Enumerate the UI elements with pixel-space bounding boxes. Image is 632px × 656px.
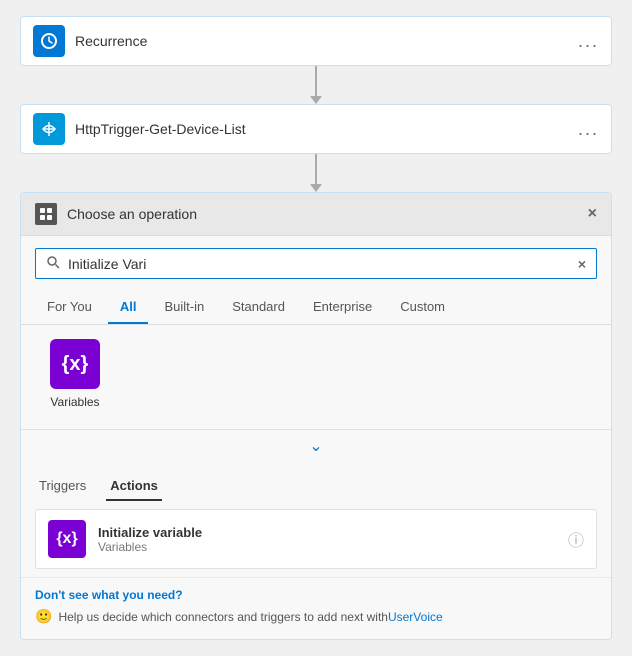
uservoice-link[interactable]: UserVoice xyxy=(388,610,443,624)
tab-bar: For You All Built-in Standard Enterprise… xyxy=(21,291,611,325)
variables-logo-text: {x} xyxy=(62,353,89,376)
op-header-icon xyxy=(35,203,57,225)
search-icon xyxy=(46,255,60,272)
operation-panel: Choose an operation × × For You All Buil… xyxy=(20,192,612,640)
arrow-head-1 xyxy=(310,96,322,104)
expand-section: ⌄ xyxy=(21,429,611,462)
tab-all[interactable]: All xyxy=(108,291,149,324)
arrow-2 xyxy=(310,154,322,192)
search-bar: × xyxy=(35,248,597,279)
help-prefix: Help us decide which connectors and trig… xyxy=(58,610,388,624)
recurrence-card: Recurrence ... xyxy=(20,16,612,66)
sub-tab-actions[interactable]: Actions xyxy=(106,472,162,501)
dont-see-text: Don't see what you need? xyxy=(35,588,597,602)
op-close-button[interactable]: × xyxy=(588,205,597,223)
action-logo-text: {x} xyxy=(56,530,77,548)
help-text: 🙂 Help us decide which connectors and tr… xyxy=(35,608,597,625)
tab-built-in[interactable]: Built-in xyxy=(152,291,216,324)
recurrence-icon xyxy=(33,25,65,57)
smiley-icon: 🙂 xyxy=(35,608,52,625)
sub-tab-triggers[interactable]: Triggers xyxy=(35,472,90,501)
sub-tab-bar: Triggers Actions xyxy=(21,462,611,501)
op-header-title: Choose an operation xyxy=(67,206,588,222)
http-icon xyxy=(33,113,65,145)
recurrence-menu[interactable]: ... xyxy=(578,31,599,52)
http-card: HttpTrigger-Get-Device-List ... xyxy=(20,104,612,154)
search-input[interactable] xyxy=(68,256,578,272)
search-clear-button[interactable]: × xyxy=(578,256,586,272)
tab-enterprise[interactable]: Enterprise xyxy=(301,291,384,324)
action-list: {x} Initialize variable Variables ⓘ xyxy=(21,501,611,577)
connector-variables[interactable]: {x} Variables xyxy=(35,339,115,409)
action-info: Initialize variable Variables xyxy=(98,525,568,554)
connector-grid: {x} Variables xyxy=(21,325,611,429)
action-subtitle: Variables xyxy=(98,540,568,554)
variables-name: Variables xyxy=(50,395,99,409)
action-variables-logo: {x} xyxy=(48,520,86,558)
tab-custom[interactable]: Custom xyxy=(388,291,457,324)
recurrence-title: Recurrence xyxy=(75,33,578,49)
footer-section: Don't see what you need? 🙂 Help us decid… xyxy=(21,577,611,639)
variables-logo: {x} xyxy=(50,339,100,389)
action-info-icon[interactable]: ⓘ xyxy=(568,527,584,551)
action-item-initialize-variable[interactable]: {x} Initialize variable Variables ⓘ xyxy=(35,509,597,569)
arrow-head-2 xyxy=(310,184,322,192)
tab-for-you[interactable]: For You xyxy=(35,291,104,324)
expand-button[interactable]: ⌄ xyxy=(309,436,322,456)
arrow-line-2 xyxy=(315,154,317,184)
http-title: HttpTrigger-Get-Device-List xyxy=(75,121,578,137)
action-title: Initialize variable xyxy=(98,525,568,540)
op-header: Choose an operation × xyxy=(21,193,611,236)
arrow-line-1 xyxy=(315,66,317,96)
arrow-1 xyxy=(310,66,322,104)
http-menu[interactable]: ... xyxy=(578,119,599,140)
tab-standard[interactable]: Standard xyxy=(220,291,297,324)
